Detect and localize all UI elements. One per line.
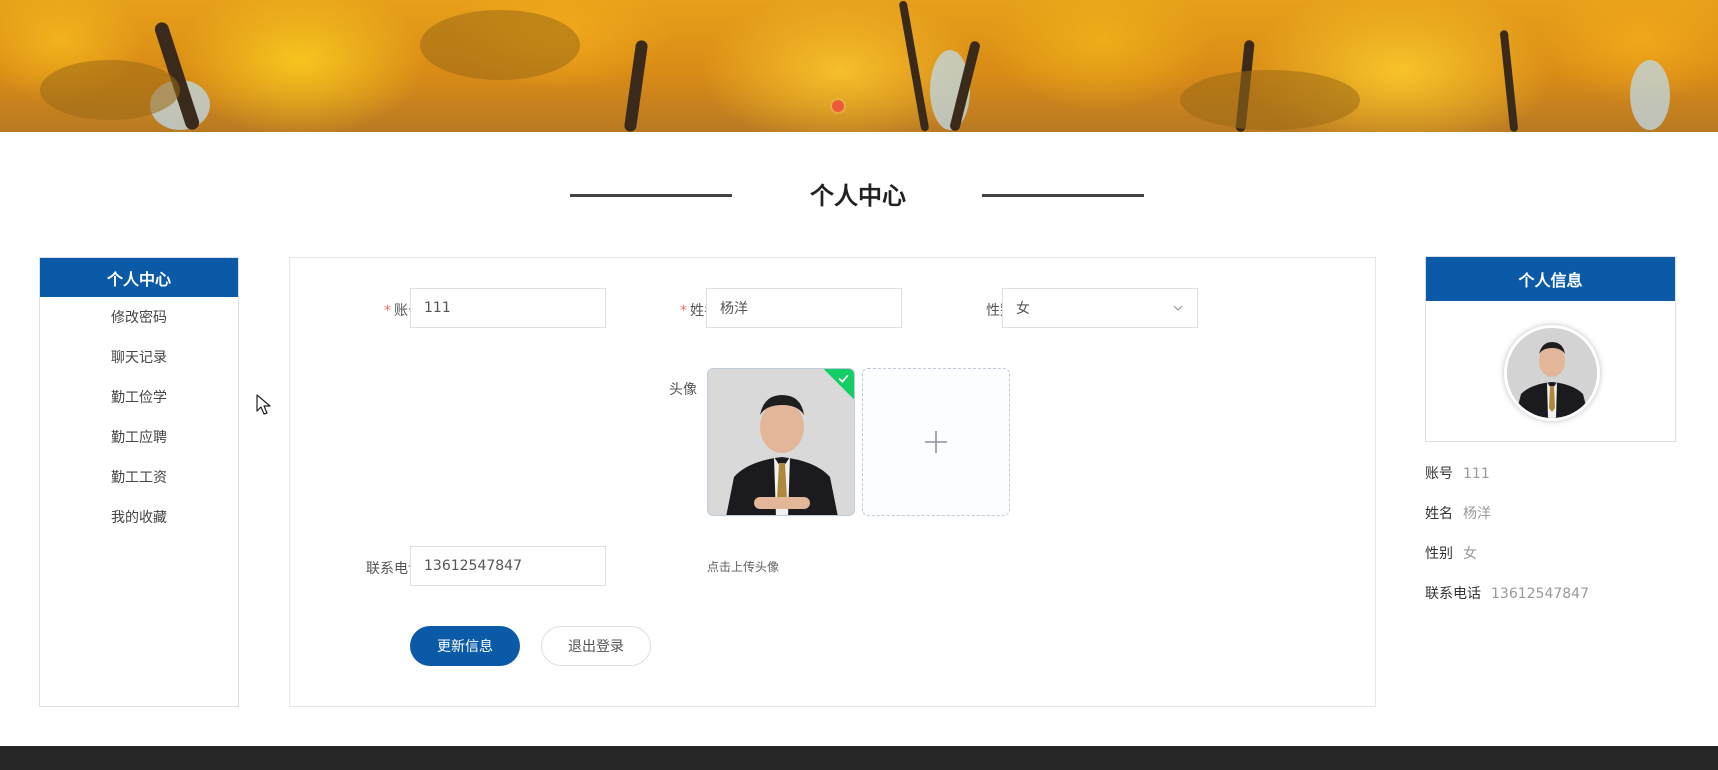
sidebar-item-chat-history[interactable]: 聊天记录 [40,337,238,377]
info-key: 账号 [1425,466,1453,482]
gender-select[interactable]: 女 [1002,288,1198,328]
banner-tree-trunk [898,0,930,132]
info-card-header: 个人信息 [1426,257,1675,301]
page-title-section: 个人中心 [0,174,1718,214]
uploaded-avatar-image[interactable] [707,368,855,516]
info-key: 姓名 [1425,506,1453,522]
sidebar-nav: 个人中心 修改密码 聊天记录 勤工俭学 勤工应聘 勤工工资 我的收藏 [39,257,239,707]
sidebar-header[interactable]: 个人中心 [40,258,238,297]
title-divider-left [570,194,732,197]
logout-button[interactable]: 退出登录 [541,626,651,666]
profile-form-panel: * 账号 111 * 姓名 杨洋 性别 女 头像 联系电话 1361254784… [289,257,1376,707]
avatar-upload-button[interactable] [862,368,1010,516]
info-value: 女 [1463,546,1477,562]
banner-tree-trunk [623,39,649,132]
carousel-indicator-dot[interactable] [832,100,844,112]
info-value: 111 [1463,466,1490,482]
banner-sky-patch [1630,60,1670,130]
title-divider-right [982,194,1144,197]
phone-input[interactable]: 13612547847 [410,546,606,586]
avatar-label: 头像 [669,382,697,398]
page-footer [0,746,1718,770]
avatar-upload-hint[interactable]: 点击上传头像 [707,558,779,575]
required-mark: * [384,303,391,319]
person-portrait-icon [708,369,854,515]
banner-foliage [420,10,580,80]
banner-tree-trunk [1499,29,1519,132]
avatar [1504,325,1600,421]
sidebar-item-work-study[interactable]: 勤工俭学 [40,377,238,417]
mouse-cursor-icon [256,394,271,415]
info-key: 性别 [1425,546,1453,562]
sidebar-item-my-favorites[interactable]: 我的收藏 [40,497,238,537]
profile-info-card: 个人信息 [1425,256,1676,442]
person-portrait-icon [1507,328,1597,418]
update-info-button[interactable]: 更新信息 [410,626,520,666]
info-value: 杨洋 [1463,506,1491,522]
sidebar-item-work-application[interactable]: 勤工应聘 [40,417,238,457]
info-row-account: 账号 111 [1425,463,1490,483]
hero-banner [0,0,1718,132]
chevron-down-icon [1173,305,1183,311]
info-row-name: 姓名 杨洋 [1425,503,1491,523]
banner-foliage [1180,70,1360,130]
sidebar-item-work-salary[interactable]: 勤工工资 [40,457,238,497]
check-icon [838,374,849,384]
gender-select-value: 女 [1016,301,1030,317]
required-mark: * [680,303,687,319]
info-row-gender: 性别女 [1425,543,1477,563]
name-input[interactable]: 杨洋 [706,288,902,328]
info-value: 13612547847 [1491,586,1589,602]
page-title: 个人中心 [810,182,906,210]
sidebar-item-change-password[interactable]: 修改密码 [40,297,238,337]
banner-foliage [40,60,180,120]
account-input[interactable]: 111 [410,288,606,328]
info-key: 联系电话 [1425,586,1481,602]
info-row-phone: 联系电话 13612547847 [1425,583,1589,603]
plus-icon [925,431,947,453]
